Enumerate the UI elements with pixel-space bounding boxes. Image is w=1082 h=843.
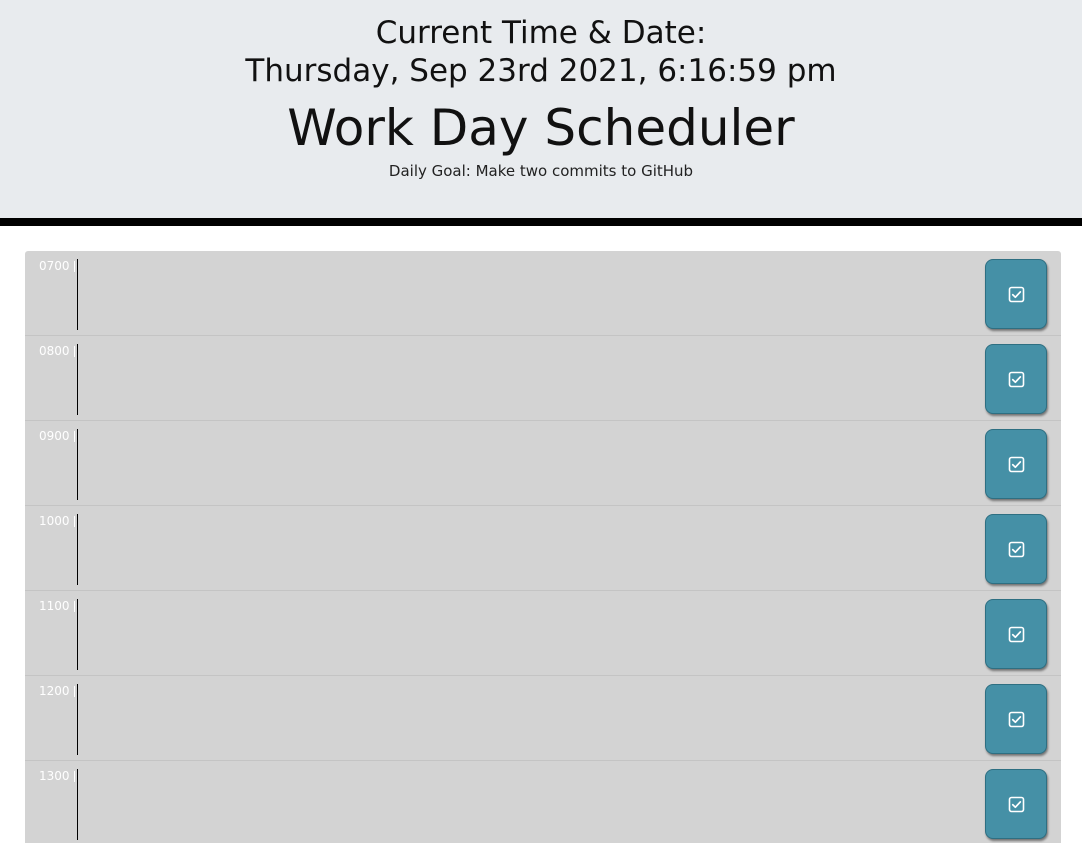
time-block-1000: 1000	[25, 506, 1061, 591]
hour-label: 0700	[39, 259, 70, 273]
save-button[interactable]	[985, 429, 1047, 499]
hour-label: 1300	[39, 769, 70, 783]
check-square-icon	[1008, 371, 1025, 388]
hour-tick	[74, 771, 75, 782]
hour-tick	[74, 686, 75, 697]
event-input[interactable]	[77, 514, 977, 585]
event-input[interactable]	[77, 344, 977, 415]
time-block-0800: 0800	[25, 336, 1061, 421]
save-button[interactable]	[985, 514, 1047, 584]
event-input[interactable]	[77, 259, 977, 330]
save-button[interactable]	[985, 259, 1047, 329]
time-block-1200: 1200	[25, 676, 1061, 761]
header: Current Time & Date: Thursday, Sep 23rd …	[0, 0, 1082, 218]
hour-label: 1100	[39, 599, 70, 613]
check-square-icon	[1008, 541, 1025, 558]
hour-tick	[74, 261, 75, 272]
save-button[interactable]	[985, 344, 1047, 414]
time-block-1300: 1300	[25, 761, 1061, 843]
time-block-0700: 0700	[25, 251, 1061, 336]
hour-tick	[74, 601, 75, 612]
hour-label: 1000	[39, 514, 70, 528]
hour-label: 0800	[39, 344, 70, 358]
time-block-1100: 1100	[25, 591, 1061, 676]
event-input[interactable]	[77, 599, 977, 670]
schedule-container: 0700 0800 0900 1000 1100 1200 1300	[25, 251, 1061, 843]
save-button[interactable]	[985, 769, 1047, 839]
hour-tick	[74, 431, 75, 442]
check-square-icon	[1008, 626, 1025, 643]
save-button[interactable]	[985, 684, 1047, 754]
hour-label: 0900	[39, 429, 70, 443]
check-square-icon	[1008, 796, 1025, 813]
event-input[interactable]	[77, 429, 977, 500]
event-input[interactable]	[77, 769, 977, 840]
daily-goal: Daily Goal: Make two commits to GitHub	[388, 162, 694, 180]
current-time-label: Current Time & Date:	[375, 15, 707, 51]
time-block-0900: 0900	[25, 421, 1061, 506]
check-square-icon	[1008, 711, 1025, 728]
check-square-icon	[1008, 456, 1025, 473]
hour-label: 1200	[39, 684, 70, 698]
hour-tick	[74, 346, 75, 357]
event-input[interactable]	[77, 684, 977, 755]
hour-tick	[74, 516, 75, 527]
save-button[interactable]	[985, 599, 1047, 669]
page-title: Work Day Scheduler	[287, 99, 795, 157]
header-divider	[0, 218, 1082, 226]
current-datetime: Thursday, Sep 23rd 2021, 6:16:59 pm	[245, 53, 837, 89]
check-square-icon	[1008, 286, 1025, 303]
